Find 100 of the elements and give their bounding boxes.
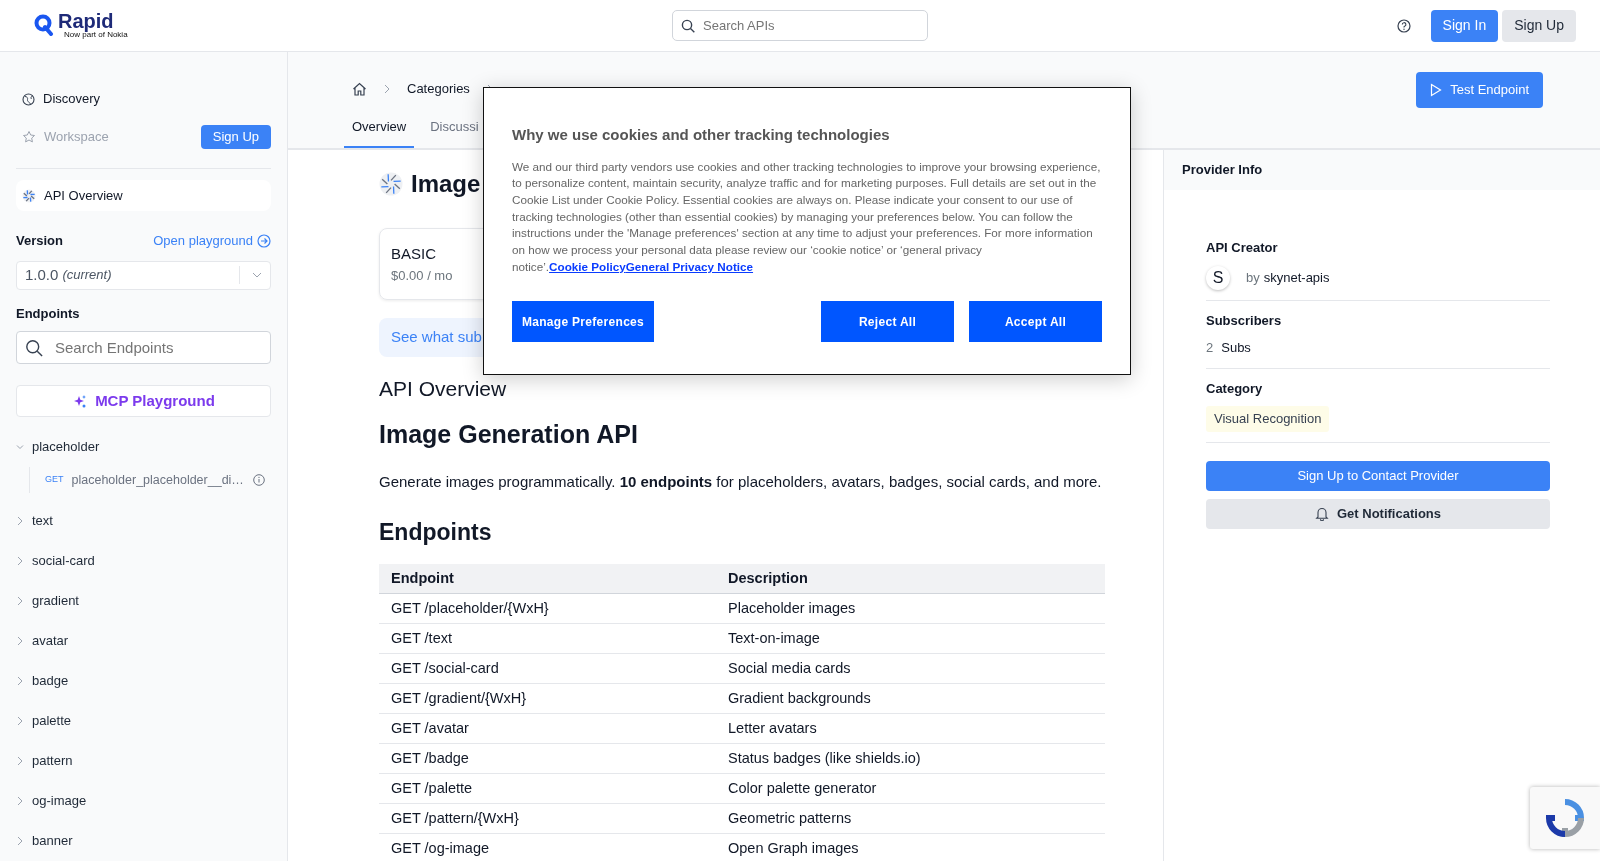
category-tag[interactable]: Visual Recognition bbox=[1206, 406, 1330, 432]
dialog-title: Why we use cookies and other tracking technologies bbox=[512, 125, 891, 145]
captcha-icon bbox=[1545, 798, 1585, 838]
chevron-down-icon bbox=[16, 443, 24, 451]
chevron-icon bbox=[16, 516, 24, 526]
overview-item[interactable]: API Overview bbox=[16, 180, 271, 212]
search-field[interactable]: Search APIs bbox=[672, 10, 928, 41]
logo-text: Rapid bbox=[58, 11, 114, 32]
nav-item: Workspace bbox=[16, 118, 109, 156]
tree-item[interactable]: gradient bbox=[16, 581, 271, 621]
chevron-icon bbox=[16, 676, 24, 686]
test-endpoint-button[interactable]: Test Endpoint bbox=[1416, 72, 1543, 108]
play-icon bbox=[1430, 83, 1443, 97]
search-field[interactable]: Search Endpoints bbox=[16, 331, 271, 365]
version-select[interactable]: 1.0.0 (current) bbox=[16, 260, 271, 290]
plan-name: BASIC bbox=[391, 244, 437, 264]
table-cell: GET /social-card bbox=[379, 653, 716, 683]
table-cell: Letter avatars bbox=[716, 713, 1105, 743]
chevron-icon bbox=[16, 796, 24, 806]
help-icon[interactable] bbox=[1396, 18, 1411, 33]
mcp-playground-button[interactable]: MCP Playground bbox=[16, 385, 271, 417]
playground-link[interactable]: Open playground bbox=[153, 231, 271, 251]
table-cell: GET /pattern/{WxH} bbox=[379, 803, 716, 833]
column-header: Endpoint bbox=[379, 563, 716, 593]
logo-icon bbox=[34, 14, 54, 37]
tab[interactable]: Discussi bbox=[422, 116, 479, 148]
table-cell: Color palette generator bbox=[716, 773, 1105, 803]
tree-item[interactable]: text bbox=[16, 501, 271, 541]
chevron-icon bbox=[16, 556, 24, 566]
panel-title: Provider Info bbox=[1164, 150, 1600, 190]
endpoints-heading: Endpoints bbox=[379, 518, 493, 547]
page-title: Image bbox=[411, 169, 481, 199]
accept-all-button[interactable]: Accept All bbox=[969, 301, 1102, 343]
table-cell: GET /avatar bbox=[379, 713, 716, 743]
tree-item[interactable]: badge bbox=[16, 661, 271, 701]
chevron-icon bbox=[16, 596, 24, 606]
table-cell: Open Graph images bbox=[716, 833, 1105, 861]
column-header: Description bbox=[716, 563, 1105, 593]
section-label: Category bbox=[1206, 379, 1264, 398]
tree-item[interactable]: banner bbox=[16, 821, 271, 861]
by-label: by bbox=[1246, 268, 1260, 287]
table-cell: GET /og-image bbox=[379, 833, 716, 861]
search-icon bbox=[25, 338, 43, 357]
table-cell: GET /badge bbox=[379, 743, 716, 773]
section-label: API Creator bbox=[1206, 239, 1279, 257]
subscriber-unit: Subs bbox=[1221, 339, 1251, 357]
tree-item[interactable]: social-card bbox=[16, 541, 271, 581]
table-cell: Social media cards bbox=[716, 653, 1105, 683]
spinner-icon bbox=[22, 188, 36, 203]
sign-in-button[interactable]: Sign In bbox=[1430, 9, 1499, 42]
sign-up-button[interactable]: Sign Up bbox=[1502, 9, 1576, 42]
policy-link[interactable]: General Privacy Notice bbox=[625, 259, 754, 273]
plan-price: $0.00 / mo bbox=[391, 266, 454, 285]
manage-preferences-button[interactable]: Manage Preferences bbox=[512, 301, 654, 343]
intro-text: Generate images programmatically. 10 endpoints for placeholders, avatars, badges, social cards, and more. bbox=[379, 471, 1103, 492]
creator-name[interactable]: skynet-apis bbox=[1263, 267, 1330, 288]
section-label: API Overview bbox=[379, 375, 508, 402]
table-cell: GET /text bbox=[379, 623, 716, 653]
chevron-icon bbox=[16, 756, 24, 766]
tree-item[interactable]: avatar bbox=[16, 621, 271, 661]
table-cell: Status badges (like shields.io) bbox=[716, 743, 1105, 773]
chevron-icon bbox=[383, 83, 391, 94]
api-logo-icon bbox=[379, 172, 403, 196]
chevron-icon bbox=[16, 716, 24, 726]
sparkles-icon bbox=[72, 393, 88, 409]
table-cell: Text-on-image bbox=[716, 623, 1105, 653]
endpoints-label: Endpoints bbox=[16, 304, 81, 323]
table-cell: GET /gradient/{WxH} bbox=[379, 683, 716, 713]
star-icon bbox=[22, 130, 36, 144]
table-cell: Placeholder images bbox=[716, 593, 1105, 623]
table-cell: GET /placeholder/{WxH} bbox=[379, 593, 716, 623]
version-label: Version bbox=[16, 232, 63, 251]
tree-item[interactable]: placeholder bbox=[16, 427, 271, 467]
api-heading: Image Generation API bbox=[379, 419, 639, 450]
table-cell: Gradient backgrounds bbox=[716, 683, 1105, 713]
policy-link[interactable]: Cookie Policy bbox=[549, 259, 626, 273]
subscriber-count: 2 bbox=[1206, 339, 1214, 357]
search-icon bbox=[681, 18, 695, 33]
globe-icon bbox=[22, 92, 35, 106]
sign-up-button[interactable]: Sign Up bbox=[200, 125, 271, 149]
nav-item[interactable]: Discovery bbox=[16, 80, 101, 118]
table-cell: GET /palette bbox=[379, 773, 716, 803]
table-cell: Geometric patterns bbox=[716, 803, 1105, 833]
tree-item[interactable]: og-image bbox=[16, 781, 271, 821]
reject-all-button[interactable]: Reject All bbox=[821, 301, 954, 343]
logo-tagline: Now part of Nokia bbox=[64, 31, 128, 40]
tree-item[interactable]: palette bbox=[16, 701, 271, 741]
tree-item[interactable]: pattern bbox=[16, 741, 271, 781]
info-icon bbox=[253, 474, 265, 486]
notifications-button[interactable]: Get Notifications bbox=[1206, 498, 1550, 529]
chevron-down-icon bbox=[252, 271, 262, 280]
section-label: Subscribers bbox=[1206, 311, 1283, 330]
tab[interactable]: Overview bbox=[344, 116, 415, 148]
contact-provider-button[interactable]: Sign Up to Contact Provider bbox=[1206, 460, 1550, 491]
endpoint-item[interactable]: GET placeholder_placeholder__di… bbox=[45, 470, 245, 490]
home-icon[interactable] bbox=[352, 81, 367, 96]
chevron-icon bbox=[16, 636, 24, 646]
bell-icon bbox=[1315, 506, 1329, 521]
chevron-icon bbox=[16, 836, 24, 846]
breadcrumb-link[interactable]: Categories bbox=[407, 79, 470, 99]
